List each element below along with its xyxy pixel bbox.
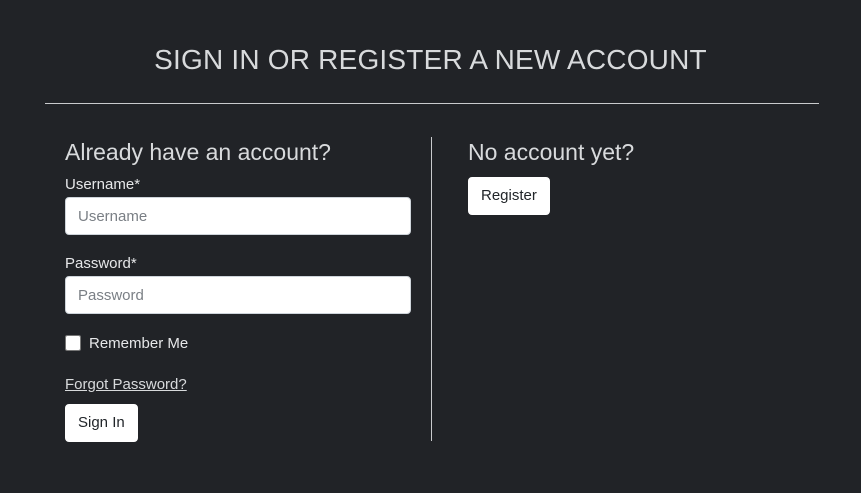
password-label: Password* [65,255,137,272]
register-button[interactable]: Register [468,177,550,215]
forgot-password-link[interactable]: Forgot Password? [65,376,187,394]
login-section: Already have an account? Username* Passw… [65,138,411,442]
register-section: No account yet? Register [468,138,808,215]
remember-me-checkbox[interactable] [65,335,81,351]
sign-in-button[interactable]: Sign In [65,404,138,442]
sign-in-register-page: SIGN IN OR REGISTER A NEW ACCOUNT Alread… [0,0,861,493]
title-divider [45,103,819,104]
remember-me-row: Remember Me [65,334,411,352]
page-title: SIGN IN OR REGISTER A NEW ACCOUNT [154,44,707,75]
column-separator [431,137,432,441]
username-input[interactable] [65,197,411,235]
username-label: Username* [65,176,141,193]
password-input[interactable] [65,276,411,314]
login-heading: Already have an account? [65,139,331,165]
register-heading: No account yet? [468,139,635,165]
remember-me-label[interactable]: Remember Me [89,335,188,352]
